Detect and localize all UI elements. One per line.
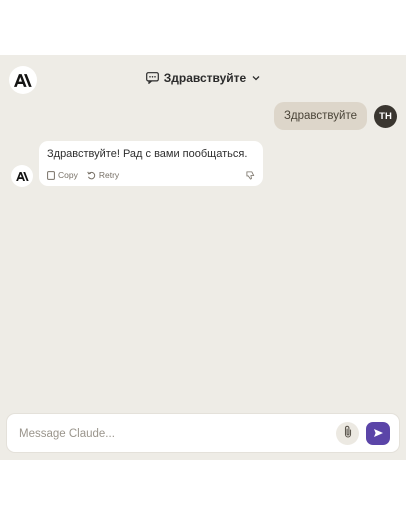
- chevron-down-icon: [252, 73, 260, 83]
- message-actions: Copy Retry: [47, 170, 255, 180]
- conversation-title: Здравствуйте: [163, 71, 247, 85]
- copy-button[interactable]: Copy: [47, 170, 78, 180]
- assistant-message-text: Здравствуйте! Рад с вами пообщаться.: [47, 148, 248, 160]
- retry-label: Retry: [98, 170, 120, 180]
- user-avatar[interactable]: TH: [374, 104, 397, 128]
- thumbs-down-icon[interactable]: [246, 170, 255, 180]
- copy-icon: [47, 170, 55, 180]
- chat-bubble-icon: [145, 72, 159, 84]
- copy-label: Copy: [58, 170, 78, 180]
- retry-icon: [87, 171, 96, 180]
- send-arrow-icon: [373, 425, 384, 443]
- chat-window: Здравствуйте Здравствуйте TH Здравствуйт…: [0, 55, 406, 460]
- user-message-bubble: Здравствуйте: [273, 102, 367, 130]
- user-message: Здравствуйте TH: [273, 102, 397, 130]
- assistant-message: Здравствуйте! Рад с вами пообщаться. Cop…: [39, 141, 263, 186]
- send-button[interactable]: [366, 422, 390, 445]
- assistant-avatar: [11, 165, 33, 187]
- attach-button[interactable]: [336, 422, 359, 445]
- message-composer: [6, 413, 400, 453]
- message-input[interactable]: [17, 422, 321, 446]
- paperclip-icon: [343, 425, 353, 443]
- conversation-title-button[interactable]: Здравствуйте: [0, 71, 406, 85]
- retry-button[interactable]: Retry: [87, 170, 119, 180]
